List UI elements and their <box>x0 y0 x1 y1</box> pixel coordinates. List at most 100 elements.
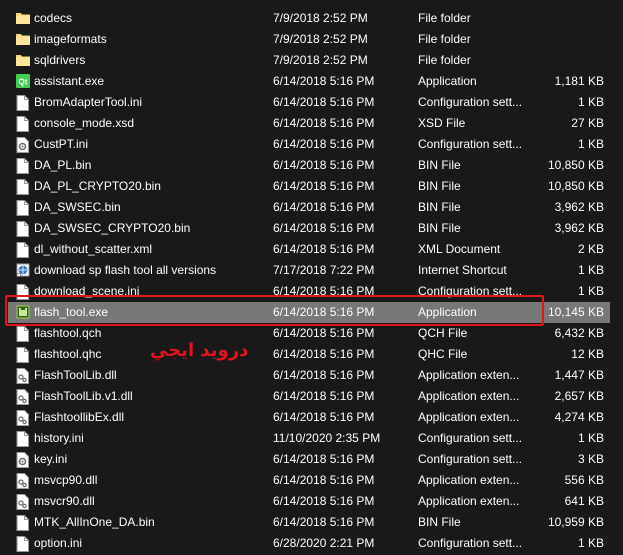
file-row[interactable]: key.ini 6/14/2018 5:16 PM Configuration se… <box>8 449 610 470</box>
file-size: 6,432 KB <box>554 326 604 340</box>
file-date-modified: 6/14/2018 5:16 PM <box>273 473 375 487</box>
file-icon <box>16 221 30 237</box>
flash-tool-app-icon <box>16 305 30 321</box>
file-type: Configuration sett... <box>418 137 523 151</box>
file-date-modified: 6/14/2018 5:16 PM <box>273 347 375 361</box>
file-size: 1 KB <box>577 137 604 151</box>
file-type: XSD File <box>418 116 466 130</box>
file-size: 641 KB <box>564 494 604 508</box>
file-type: BIN File <box>418 158 461 172</box>
file-row[interactable]: history.ini 11/10/2020 2:35 PM Configurati… <box>8 428 610 449</box>
folder-icon <box>16 11 30 27</box>
file-row[interactable]: flashtool.qch 6/14/2018 5:16 PM QCH File 6,… <box>8 323 610 344</box>
file-date-modified: 6/14/2018 5:16 PM <box>273 368 375 382</box>
file-date-modified: 6/14/2018 5:16 PM <box>273 410 375 424</box>
file-row[interactable]: download sp flash tool all versions 7/17/… <box>8 260 610 281</box>
file-date-modified: 6/14/2018 5:16 PM <box>273 242 375 256</box>
dll-icon <box>16 368 30 384</box>
file-date-modified: 6/14/2018 5:16 PM <box>273 305 375 319</box>
file-row[interactable]: console_mode.xsd 6/14/2018 5:16 PM XSD Fil… <box>8 113 610 134</box>
file-size: 1 KB <box>577 284 604 298</box>
file-row[interactable]: sqldrivers 7/9/2018 2:52 PM File folder <box>8 50 610 71</box>
file-name: flash_tool.exe <box>34 305 109 319</box>
file-row[interactable]: imageformats 7/9/2018 2:52 PM File folder <box>8 29 610 50</box>
file-row[interactable]: DA_SWSEC_CRYPTO20.bin 6/14/2018 5:16 PM BI… <box>8 218 610 239</box>
file-row[interactable]: CustPT.ini 6/14/2018 5:16 PM Configuration… <box>8 134 610 155</box>
file-name: msvcp90.dll <box>34 473 98 487</box>
file-icon <box>16 116 30 132</box>
file-type: BIN File <box>418 179 461 193</box>
file-icon <box>16 347 30 363</box>
file-date-modified: 6/14/2018 5:16 PM <box>273 326 375 340</box>
file-type: Configuration sett... <box>418 284 523 298</box>
file-row[interactable]: DA_PL.bin 6/14/2018 5:16 PM BIN File 10,850… <box>8 155 610 176</box>
file-size: 1 KB <box>577 95 604 109</box>
file-date-modified: 6/14/2018 5:16 PM <box>273 179 375 193</box>
file-size: 1,447 KB <box>554 368 604 382</box>
file-type: Application exten... <box>418 368 520 382</box>
file-name: console_mode.xsd <box>34 116 135 130</box>
dll-icon <box>16 494 30 510</box>
folder-icon <box>16 53 30 69</box>
file-icon <box>16 179 30 195</box>
file-date-modified: 6/14/2018 5:16 PM <box>273 221 375 235</box>
svg-text:Qt: Qt <box>19 78 28 87</box>
file-size: 2 KB <box>577 242 604 256</box>
file-name: DA_SWSEC.bin <box>34 200 121 214</box>
file-name: sqldrivers <box>34 53 86 67</box>
file-date-modified: 6/14/2018 5:16 PM <box>273 389 375 403</box>
file-row[interactable]: Qt assistant.exe 6/14/2018 5:16 PM Applicat… <box>8 71 610 92</box>
dll-icon <box>16 410 30 426</box>
file-row[interactable]: FlashtoollibEx.dll 6/14/2018 5:16 PM Appli… <box>8 407 610 428</box>
file-name: MTK_AllInOne_DA.bin <box>34 515 155 529</box>
file-row[interactable]: flashtool.qhc 6/14/2018 5:16 PM QHC File 12… <box>8 344 610 365</box>
file-date-modified: 6/14/2018 5:16 PM <box>273 137 375 151</box>
file-date-modified: 6/14/2018 5:16 PM <box>273 494 375 508</box>
file-type: File folder <box>418 53 471 67</box>
file-row-selected[interactable]: flash_tool.exe 6/14/2018 5:16 PM Applicati… <box>8 302 610 323</box>
file-name: dl_without_scatter.xml <box>34 242 153 256</box>
folder-icon <box>16 32 30 48</box>
file-row[interactable]: download_scene.ini 6/14/2018 5:16 PM Confi… <box>8 281 610 302</box>
file-type: Internet Shortcut <box>418 263 507 277</box>
file-row[interactable]: dl_without_scatter.xml 6/14/2018 5:16 PM X… <box>8 239 610 260</box>
file-row[interactable]: MTK_AllInOne_DA.bin 6/14/2018 5:16 PM BIN … <box>8 512 610 533</box>
settings-file-icon <box>16 452 30 468</box>
file-name: DA_SWSEC_CRYPTO20.bin <box>34 221 191 235</box>
file-size: 1,181 KB <box>554 74 604 88</box>
file-icon <box>16 536 30 552</box>
file-date-modified: 6/14/2018 5:16 PM <box>273 515 375 529</box>
file-name: imageformats <box>34 32 107 46</box>
file-row[interactable]: DA_PL_CRYPTO20.bin 6/14/2018 5:16 PM BIN F… <box>8 176 610 197</box>
file-row[interactable]: FlashToolLib.v1.dll 6/14/2018 5:16 PM Appl… <box>8 386 610 407</box>
file-name: BromAdapterTool.ini <box>34 95 143 109</box>
file-row[interactable]: DA_SWSEC.bin 6/14/2018 5:16 PM BIN File 3,9… <box>8 197 610 218</box>
file-row[interactable]: BromAdapterTool.ini 6/14/2018 5:16 PM Conf… <box>8 92 610 113</box>
file-name: codecs <box>34 11 73 25</box>
file-row[interactable]: msvcp90.dll 6/14/2018 5:16 PM Application … <box>8 470 610 491</box>
file-size: 10,850 KB <box>547 158 604 172</box>
file-row[interactable]: FlashToolLib.dll 6/14/2018 5:16 PM Applica… <box>8 365 610 386</box>
file-icon <box>16 515 30 531</box>
file-date-modified: 11/10/2020 2:35 PM <box>273 431 381 445</box>
file-size: 12 KB <box>571 347 604 361</box>
file-type: BIN File <box>418 221 461 235</box>
file-row[interactable]: msvcr90.dll 6/14/2018 5:16 PM Application … <box>8 491 610 512</box>
file-type: Configuration sett... <box>418 452 523 466</box>
file-list: codecs 7/9/2018 2:52 PM File folder imagefo… <box>0 0 623 552</box>
annotation-text: درويد ايجي <box>150 340 249 361</box>
file-type: Application exten... <box>418 389 520 403</box>
file-date-modified: 7/9/2018 2:52 PM <box>273 32 368 46</box>
file-type: File folder <box>418 32 471 46</box>
file-size: 10,959 KB <box>547 515 604 529</box>
file-type: File folder <box>418 11 471 25</box>
file-row[interactable]: codecs 7/9/2018 2:52 PM File folder <box>8 8 610 29</box>
file-size: 10,145 KB <box>547 305 604 319</box>
file-name: download_scene.ini <box>34 284 140 298</box>
file-name: FlashToolLib.dll <box>34 368 117 382</box>
file-date-modified: 6/14/2018 5:16 PM <box>273 116 375 130</box>
file-name: CustPT.ini <box>34 137 89 151</box>
file-size: 3 KB <box>577 452 604 466</box>
file-type: QCH File <box>418 326 468 340</box>
file-type: BIN File <box>418 515 461 529</box>
